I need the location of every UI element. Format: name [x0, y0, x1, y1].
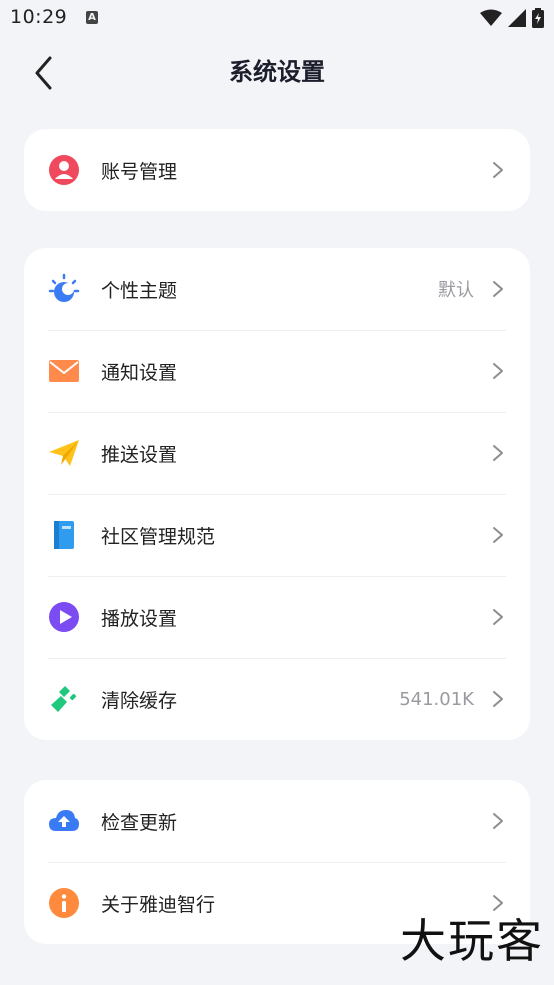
- preferences-card: 个性主题 默认 通知设置 推送设置 社区管理规范 播放设置 清除缓存 541.0…: [24, 248, 530, 740]
- row-label: 社区管理规范: [101, 525, 216, 548]
- chevron-right-icon: [493, 363, 503, 379]
- status-time: 10:29: [10, 6, 68, 28]
- cloud-upload-icon: [48, 805, 80, 837]
- settings-row-clear-cache[interactable]: 清除缓存 541.01K: [24, 658, 530, 740]
- status-icons: [480, 8, 544, 28]
- nav-bar: 系统设置: [0, 38, 554, 98]
- row-label: 推送设置: [101, 443, 178, 466]
- wifi-icon: [480, 9, 502, 26]
- paper-plane-icon: [48, 437, 80, 469]
- status-bar: 10:29 A: [0, 0, 554, 38]
- theme-icon: [48, 273, 80, 305]
- signal-icon: [508, 9, 526, 27]
- settings-row-account[interactable]: 账号管理: [24, 129, 530, 211]
- settings-row-playback[interactable]: 播放设置: [24, 576, 530, 658]
- settings-row-notifications[interactable]: 通知设置: [24, 330, 530, 412]
- settings-row-theme[interactable]: 个性主题 默认: [24, 248, 530, 330]
- chevron-right-icon: [493, 527, 503, 543]
- settings-row-check-update[interactable]: 检查更新: [24, 780, 530, 862]
- row-label: 账号管理: [101, 160, 178, 183]
- mail-icon: [48, 355, 80, 387]
- row-label: 清除缓存: [101, 689, 178, 712]
- notification-icon: A: [86, 11, 98, 24]
- battery-icon: [532, 8, 544, 28]
- book-icon: [48, 519, 80, 551]
- watermark: 大玩客: [400, 914, 544, 968]
- row-label: 通知设置: [101, 361, 178, 384]
- account-card: 账号管理: [24, 129, 530, 211]
- cache-size-value: 541.01K: [399, 688, 474, 710]
- chevron-right-icon: [493, 162, 503, 178]
- settings-row-push[interactable]: 推送设置: [24, 412, 530, 494]
- row-label: 个性主题: [101, 279, 178, 302]
- chevron-right-icon: [493, 691, 503, 707]
- row-label: 播放设置: [101, 607, 178, 630]
- page-title: 系统设置: [229, 58, 325, 86]
- settings-row-community[interactable]: 社区管理规范: [24, 494, 530, 576]
- account-icon: [48, 154, 80, 186]
- play-icon: [48, 601, 80, 633]
- chevron-right-icon: [493, 609, 503, 625]
- row-label: 关于雅迪智行: [101, 893, 216, 916]
- info-icon: [48, 887, 80, 919]
- chevron-right-icon: [493, 445, 503, 461]
- chevron-right-icon: [493, 813, 503, 829]
- chevron-right-icon: [493, 281, 503, 297]
- broom-icon: [48, 683, 80, 715]
- row-value: 默认: [438, 280, 474, 301]
- row-label: 检查更新: [101, 811, 178, 834]
